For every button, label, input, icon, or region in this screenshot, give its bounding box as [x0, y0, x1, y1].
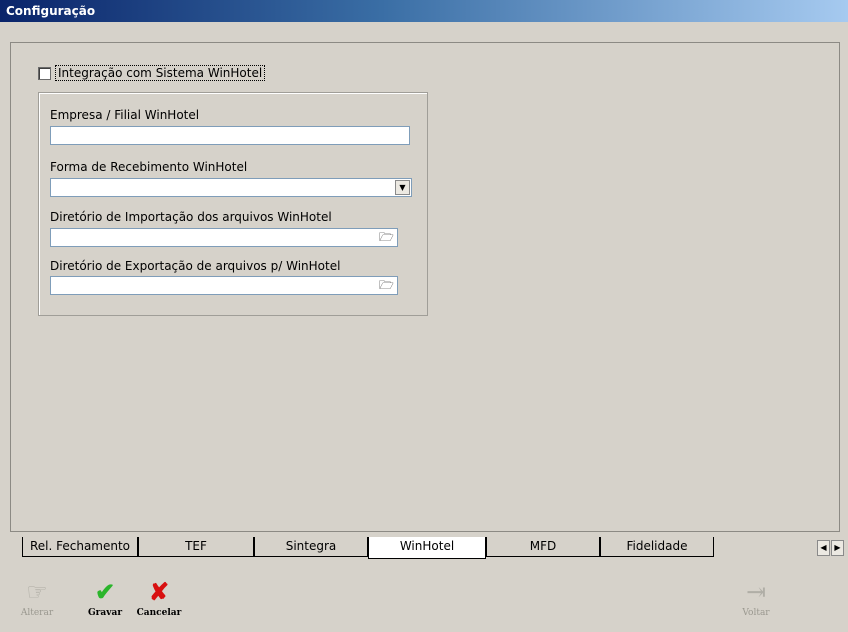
tab-rel-fechamento[interactable]: Rel. Fechamento [22, 537, 138, 557]
integration-checkbox[interactable] [38, 66, 51, 80]
tab-mfd[interactable]: MFD [486, 537, 600, 557]
dropdown-arrow-icon[interactable]: ▼ [395, 180, 410, 195]
tab-tef[interactable]: TEF [138, 537, 254, 557]
gravar-button[interactable]: ✔ Gravar [88, 577, 123, 619]
alterar-button[interactable]: ☞ Alterar [20, 578, 54, 618]
export-dir-label: Diretório de Exportação de arquivos p/ W… [50, 259, 341, 273]
checkmark-icon: ✔ [94, 577, 116, 606]
integration-checkbox-row[interactable]: Integração com Sistema WinHotel [38, 64, 266, 82]
scroll-left-icon[interactable]: ◀ [817, 540, 830, 556]
import-dir-input[interactable]: 🗁 [50, 228, 398, 247]
forma-recebimento-select[interactable]: ▼ [50, 178, 412, 197]
tab-scroll-buttons: ◀ ▶ [817, 540, 845, 556]
voltar-label: Voltar [742, 608, 770, 618]
empresa-label: Empresa / Filial WinHotel [50, 108, 200, 122]
integration-checkbox-label[interactable]: Integração com Sistema WinHotel [55, 65, 266, 81]
tab-winhotel[interactable]: WinHotel [368, 537, 486, 559]
cancelar-button[interactable]: ✘ Cancelar [136, 577, 182, 619]
scroll-right-icon[interactable]: ▶ [831, 540, 844, 556]
window-title: Configuração [0, 0, 848, 22]
import-dir-label: Diretório de Importação dos arquivos Win… [50, 210, 332, 224]
export-dir-input[interactable]: 🗁 [50, 276, 398, 295]
voltar-button[interactable]: ⇥ Voltar [738, 578, 774, 618]
folder-open-icon[interactable]: 🗁 [378, 230, 395, 245]
gravar-label: Gravar [88, 608, 123, 618]
alterar-label: Alterar [20, 608, 54, 618]
empresa-input[interactable] [50, 126, 410, 145]
edit-hand-icon: ☞ [26, 578, 48, 606]
tab-fidelidade[interactable]: Fidelidade [600, 537, 714, 557]
forma-recebimento-label: Forma de Recebimento WinHotel [50, 160, 248, 174]
cross-icon: ✘ [148, 577, 170, 606]
folder-open-icon[interactable]: 🗁 [378, 278, 395, 293]
cancelar-label: Cancelar [136, 608, 182, 618]
tab-sintegra[interactable]: Sintegra [254, 537, 368, 557]
exit-door-icon: ⇥ [745, 578, 767, 606]
